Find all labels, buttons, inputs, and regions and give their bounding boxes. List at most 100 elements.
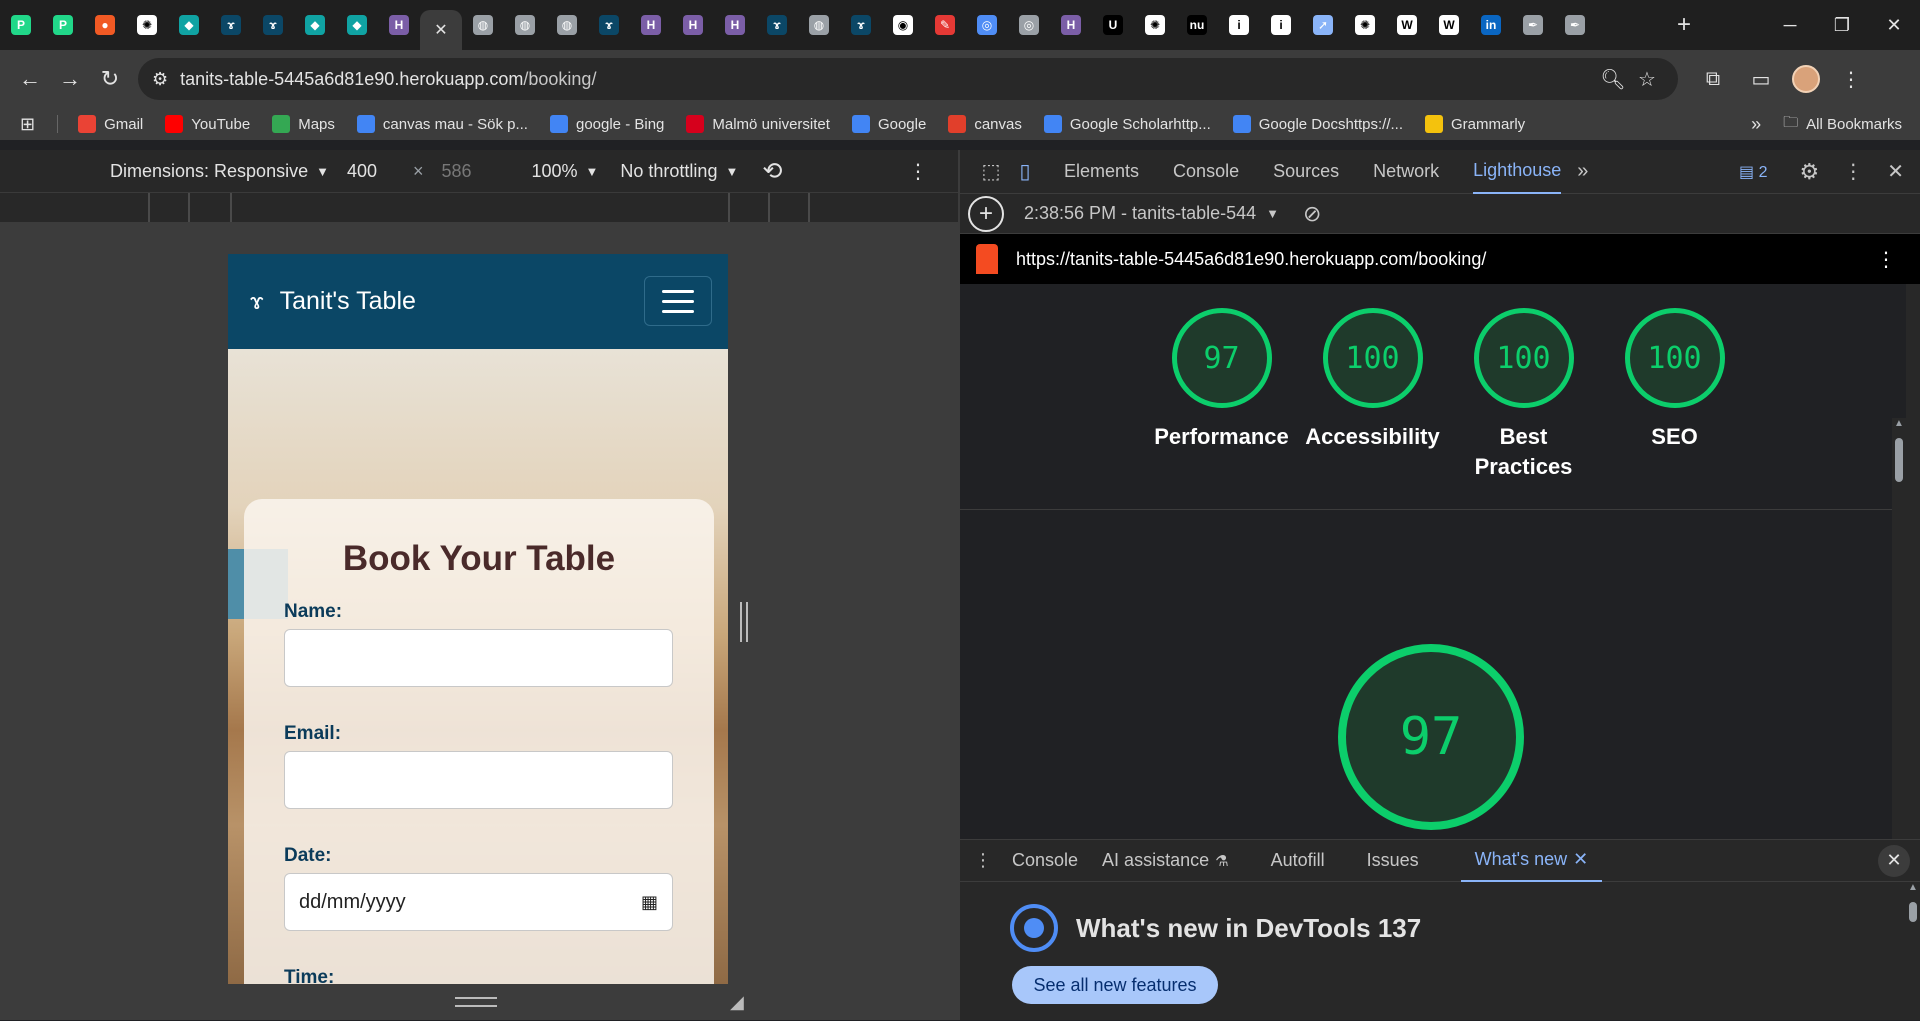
address-bar[interactable]: ⚙ tanits-table-5445a6d81e90.herokuapp.co…: [138, 58, 1678, 100]
bookmark-item[interactable]: Google Docshttps://...: [1232, 115, 1403, 133]
report-menu-icon[interactable]: ⋮: [1876, 247, 1896, 272]
bottom-resize-handle[interactable]: [455, 997, 497, 1007]
drawer-scrollbar[interactable]: ▲: [1906, 882, 1920, 1021]
browser-tab[interactable]: W: [1386, 0, 1428, 50]
inspect-element-icon[interactable]: ⬚: [974, 159, 1008, 184]
minimize-button[interactable]: ─: [1764, 0, 1816, 50]
more-tabs-icon[interactable]: »: [1577, 160, 1588, 183]
star-icon[interactable]: ☆: [1630, 67, 1664, 92]
dimensions-dropdown[interactable]: Dimensions: Responsive ▼: [110, 161, 329, 182]
corner-resize-icon[interactable]: ◢: [730, 992, 744, 1013]
email-field[interactable]: [284, 751, 673, 809]
tab-console[interactable]: Console: [1173, 150, 1239, 194]
apps-grid-icon[interactable]: ⊞: [20, 114, 35, 135]
bookmark-item[interactable]: YouTube: [165, 115, 250, 133]
name-field[interactable]: [284, 629, 673, 687]
browser-tab[interactable]: ɤ: [588, 0, 630, 50]
all-bookmarks-folder[interactable]: 🗀 All Bookmarks: [1783, 112, 1902, 137]
site-info-icon[interactable]: ⚙: [152, 69, 168, 90]
browser-tab[interactable]: ➚: [1302, 0, 1344, 50]
browser-tab[interactable]: H: [378, 0, 420, 50]
drawer-tab-ai-assistance[interactable]: AI assistance ⚗: [1102, 840, 1229, 882]
browser-tab[interactable]: ●: [84, 0, 126, 50]
browser-tab[interactable]: P: [0, 0, 42, 50]
tab-network[interactable]: Network: [1373, 150, 1439, 194]
bookmark-item[interactable]: Gmail: [78, 115, 143, 133]
date-field[interactable]: dd/mm/yyyy ▦: [284, 873, 673, 931]
browser-tab[interactable]: H: [714, 0, 756, 50]
clear-icon[interactable]: ⊘: [1303, 201, 1321, 227]
hamburger-menu-button[interactable]: [644, 276, 712, 326]
close-tab-icon[interactable]: ✕: [1573, 849, 1588, 870]
bookmark-item[interactable]: Google Scholarhttp...: [1043, 115, 1211, 133]
browser-tab[interactable]: ◎: [1008, 0, 1050, 50]
browser-tab[interactable]: ◆: [294, 0, 336, 50]
extensions-icon[interactable]: ⧉: [1696, 68, 1730, 91]
new-tab-button[interactable]: +: [1664, 0, 1704, 50]
calendar-icon[interactable]: ▦: [641, 892, 658, 913]
menu-icon[interactable]: ⋮: [1834, 67, 1868, 92]
browser-tab[interactable]: H: [1050, 0, 1092, 50]
browser-tab[interactable]: ◍: [462, 0, 504, 50]
scroll-thumb[interactable]: [1909, 902, 1917, 922]
browser-tab[interactable]: in: [1470, 0, 1512, 50]
close-devtools-icon[interactable]: ✕: [1887, 159, 1904, 184]
browser-tab[interactable]: i: [1260, 0, 1302, 50]
score-accessibility[interactable]: 100 Accessibility: [1297, 308, 1448, 482]
tab-sources[interactable]: Sources: [1273, 150, 1339, 194]
browser-tab[interactable]: ɤ: [252, 0, 294, 50]
score-seo[interactable]: 100 SEO: [1599, 308, 1750, 482]
close-drawer-button[interactable]: ✕: [1878, 844, 1910, 877]
bookmark-item[interactable]: Grammarly: [1425, 115, 1525, 133]
score-best-practices[interactable]: 100 Best Practices: [1448, 308, 1599, 482]
height-input[interactable]: 586: [441, 161, 501, 182]
browser-tab[interactable]: P: [42, 0, 84, 50]
browser-tab[interactable]: ◉: [882, 0, 924, 50]
bookmark-item[interactable]: Google: [851, 115, 926, 133]
drawer-tab-whats-new[interactable]: What's new ✕: [1460, 840, 1603, 882]
browser-tab[interactable]: ◍: [546, 0, 588, 50]
browser-tab[interactable]: ◍: [798, 0, 840, 50]
reload-button[interactable]: ↻: [90, 59, 130, 99]
browser-tab[interactable]: H: [672, 0, 714, 50]
browser-tab[interactable]: ✺: [126, 0, 168, 50]
browser-tab[interactable]: H: [630, 0, 672, 50]
browser-tab[interactable]: ✺: [1344, 0, 1386, 50]
browser-tab[interactable]: ✒: [1554, 0, 1596, 50]
throttling-dropdown[interactable]: No throttling ▼: [620, 161, 738, 182]
tab-elements[interactable]: Elements: [1064, 150, 1139, 194]
browser-tab[interactable]: i: [1218, 0, 1260, 50]
report-selector[interactable]: 2:38:56 PM - tanits-table-544 ▼: [1024, 203, 1279, 224]
zoom-dropdown[interactable]: 100% ▼: [531, 161, 598, 182]
bookmark-item[interactable]: Malmö universitet: [686, 115, 830, 133]
scroll-up-icon[interactable]: ▲: [1908, 882, 1918, 893]
cast-icon[interactable]: ▭: [1744, 67, 1778, 92]
see-all-features-button[interactable]: See all new features: [1012, 966, 1218, 1004]
tab-lighthouse[interactable]: Lighthouse: [1473, 150, 1562, 194]
browser-tab[interactable]: U: [1092, 0, 1134, 50]
url-text[interactable]: tanits-table-5445a6d81e90.herokuapp.com/…: [180, 69, 1596, 90]
more-bookmarks-icon[interactable]: »: [1751, 114, 1761, 135]
width-input[interactable]: 400: [347, 161, 407, 182]
drawer-tab-autofill[interactable]: Autofill: [1271, 840, 1325, 882]
bookmark-item[interactable]: google - Bing: [549, 115, 664, 133]
bookmark-item[interactable]: canvas mau - Sök p...: [356, 115, 528, 133]
new-report-button[interactable]: +: [968, 195, 1004, 232]
score-performance[interactable]: 97 Performance: [1146, 308, 1297, 482]
browser-tab[interactable]: ɤ: [756, 0, 798, 50]
browser-tab[interactable]: ◎: [966, 0, 1008, 50]
close-icon[interactable]: ✕: [434, 20, 447, 40]
issues-badge[interactable]: ▤ 2: [1739, 162, 1767, 182]
right-resize-handle[interactable]: [740, 602, 748, 642]
browser-tab[interactable]: ✕: [420, 10, 462, 50]
report-url[interactable]: https://tanits-table-5445a6d81e90.heroku…: [1016, 249, 1486, 270]
browser-tab[interactable]: ◆: [168, 0, 210, 50]
browser-tab[interactable]: W: [1428, 0, 1470, 50]
browser-tab[interactable]: ɤ: [840, 0, 882, 50]
brand-logo-icon[interactable]: ɤ: [250, 289, 264, 315]
bookmark-item[interactable]: canvas: [948, 115, 1022, 133]
browser-tab[interactable]: ɤ: [210, 0, 252, 50]
browser-tab[interactable]: ✒: [1512, 0, 1554, 50]
zoom-icon[interactable]: 🔍︎: [1596, 67, 1630, 92]
drawer-tab-console[interactable]: Console: [1012, 840, 1078, 882]
